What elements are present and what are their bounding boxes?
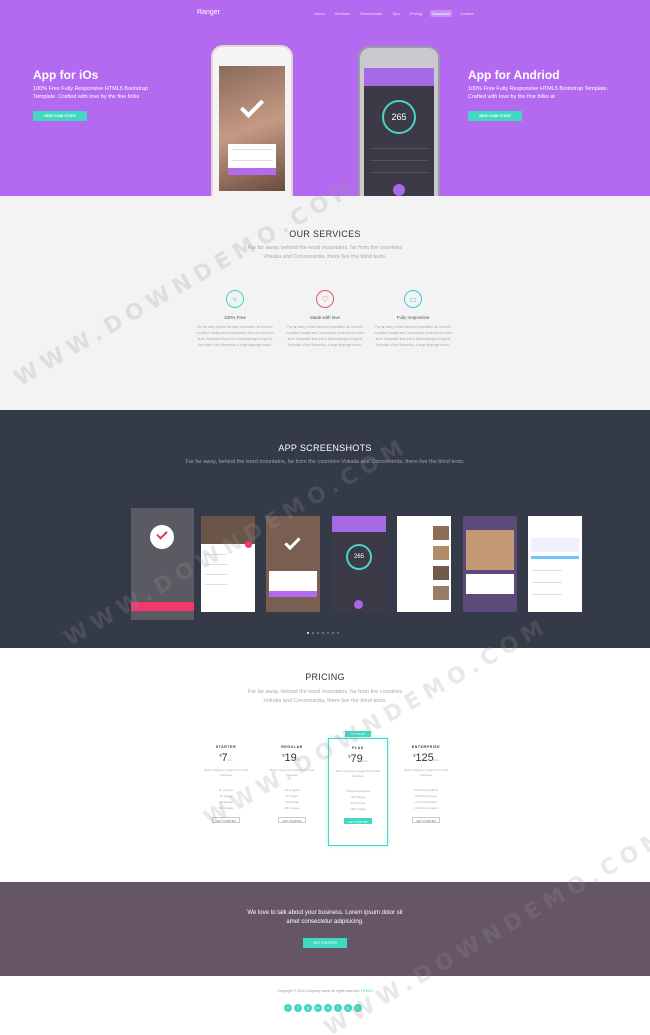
screenshot-5[interactable]: [397, 516, 451, 612]
services-title: OUR SERVICES: [289, 229, 361, 239]
dribbble-icon[interactable]: d: [324, 1004, 332, 1012]
counter-ring: 265: [382, 100, 416, 134]
nav-item-home[interactable]: Home: [312, 10, 327, 17]
hero-ios-desc: 100% Free Fully Responsive HTML5 Bootstr…: [33, 86, 148, 100]
screenshot-4[interactable]: 265: [332, 516, 386, 612]
get-started-button[interactable]: GET STARTED: [412, 817, 440, 823]
nav-item-contact[interactable]: Contact: [458, 10, 476, 17]
plan-price: $125/mo: [413, 752, 439, 764]
plan-price: $7/mo: [219, 752, 233, 764]
android-screen: 265: [364, 68, 434, 196]
pricing-title: PRICING: [305, 672, 345, 682]
wifi-icon: ≈: [226, 290, 244, 308]
get-started-button[interactable]: GET STARTED: [344, 818, 372, 824]
google-icon[interactable]: g: [304, 1004, 312, 1012]
nav-item-pricing[interactable]: Pricing: [408, 10, 424, 17]
linkedin-icon[interactable]: in: [314, 1004, 322, 1012]
screenshots-title: APP SCREENSHOTS: [278, 443, 372, 453]
hero-section: Ranger Home Services Screenshots Tips Pr…: [0, 0, 650, 196]
carousel-dots[interactable]: [307, 632, 339, 634]
cta-text: We love to talk about your business. Lor…: [247, 910, 403, 925]
hero-ios-title: App for iOs: [33, 68, 99, 82]
get-started-button[interactable]: GET STARTED: [278, 817, 306, 823]
hero-android-button[interactable]: VIEW CASE STUDY: [468, 111, 522, 121]
login-button: [228, 168, 276, 175]
checkmark-icon: [239, 93, 265, 119]
copyright-text: Copyright © 2016 Company name All rights…: [277, 989, 373, 993]
facebook-icon[interactable]: f: [294, 1004, 302, 1012]
service-love: ♡ Made with love Far far away, behind th…: [286, 290, 364, 348]
main-nav: Home Services Screenshots Tips Pricing D…: [312, 10, 476, 17]
play-button: [393, 184, 405, 196]
service-responsive: ▭ Fully responsive Far far away, behind …: [374, 290, 452, 348]
counter-ring: 265: [346, 544, 372, 570]
twitter-icon[interactable]: t: [284, 1004, 292, 1012]
monitor-icon: ▭: [404, 290, 422, 308]
nav-item-download[interactable]: Download: [429, 10, 452, 17]
login-form: [228, 144, 276, 168]
checkmark-icon: [284, 533, 301, 551]
iphone-mockup: [211, 45, 293, 196]
hero-ios-button[interactable]: VIEW CASE STUDY: [33, 111, 87, 121]
brand-logo[interactable]: Ranger: [197, 9, 220, 16]
service-free: ≈ 100% Free Far far away, behind the wor…: [196, 290, 274, 348]
android-mockup: 265: [358, 46, 440, 196]
cta-get-started-button[interactable]: GET STARTED: [303, 938, 347, 948]
screenshot-6[interactable]: [463, 516, 517, 612]
screenshot-7[interactable]: [528, 516, 582, 612]
heart-icon: ♡: [316, 290, 334, 308]
nav-item-tips[interactable]: Tips: [390, 10, 401, 17]
iphone-screen: [219, 66, 285, 191]
hero-android-desc: 100% Free Fully Responsive HTML5 Bootstr…: [468, 86, 609, 100]
screenshots-subtitle: Far far away, behind the word mountains,…: [185, 459, 465, 465]
nav-item-services[interactable]: Services: [333, 10, 352, 17]
services-section: OUR SERVICES Far far away, behind the wo…: [0, 196, 650, 410]
plan-enterprise: ENTERPRISE $125/mo Basic customer suppor…: [396, 740, 456, 844]
hero-android-title: App for Andriod: [468, 68, 560, 82]
nav-item-screenshots[interactable]: Screenshots: [358, 10, 384, 17]
